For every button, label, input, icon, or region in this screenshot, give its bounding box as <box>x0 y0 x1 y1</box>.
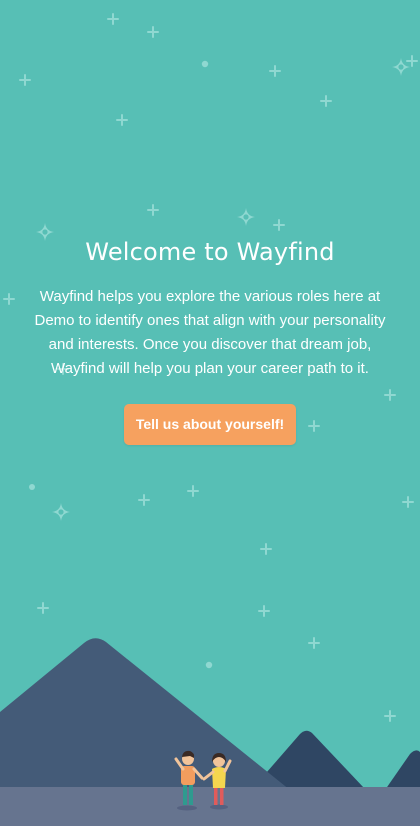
plus-star-icon <box>37 602 49 614</box>
mountain-landscape-icon <box>0 638 420 826</box>
dot-star-icon <box>201 60 209 68</box>
page-title: Welcome to Wayfind <box>85 238 335 266</box>
plus-star-icon <box>273 219 285 231</box>
plus-star-icon <box>320 95 332 107</box>
dot-star-icon <box>29 484 35 490</box>
plus-star-icon <box>147 26 159 38</box>
plus-star-icon <box>260 543 272 555</box>
welcome-section: Welcome to Wayfind Wayfind helps you exp… <box>20 232 400 445</box>
welcome-screen: Welcome to Wayfind Wayfind helps you exp… <box>0 0 420 826</box>
plus-star-icon <box>138 494 150 506</box>
plus-star-icon <box>406 55 418 67</box>
ground <box>0 787 420 826</box>
plus-star-icon <box>269 65 281 77</box>
welcome-description: Wayfind helps you explore the various ro… <box>34 288 386 377</box>
plus-star-icon <box>107 13 119 25</box>
plus-star-icon <box>258 605 270 617</box>
plus-star-icon <box>19 74 31 86</box>
plus-star-icon <box>147 204 159 216</box>
plus-star-icon <box>116 114 128 126</box>
plus-star-icon <box>3 293 15 305</box>
tell-us-about-yourself-button[interactable]: Tell us about yourself! <box>124 404 296 445</box>
plus-star-icon <box>402 496 414 508</box>
plus-star-icon <box>187 485 199 497</box>
